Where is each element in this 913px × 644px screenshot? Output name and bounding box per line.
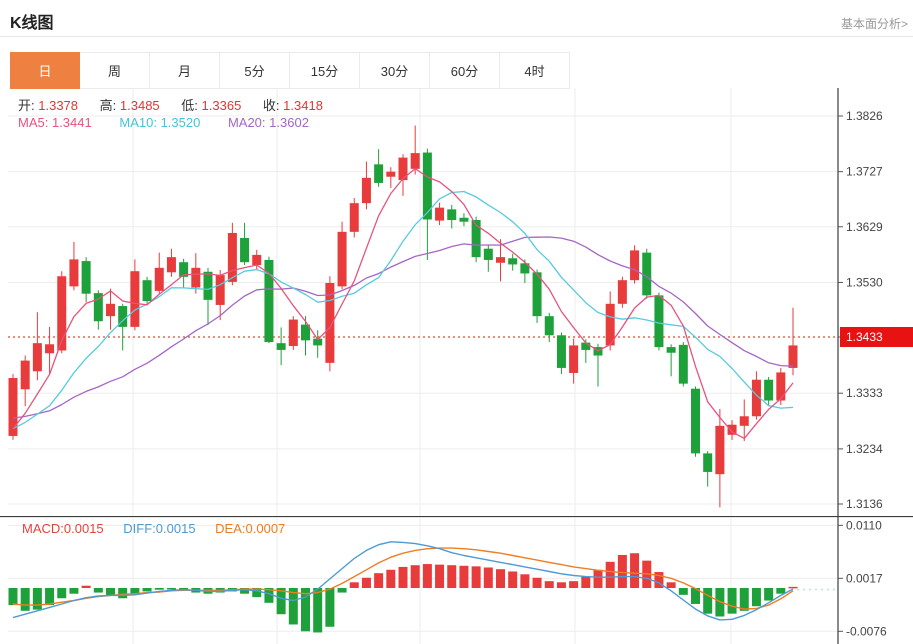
tab-15min[interactable]: 15分: [290, 52, 360, 89]
kline-widget: K线图 基本面分析> 日 周 月 5分 15分 30分 60分 4时 开: 1.…: [0, 0, 913, 644]
close-label: 收:: [263, 98, 280, 113]
ma5-label: MA5:: [18, 115, 48, 130]
page-title: K线图: [10, 9, 54, 33]
fundamental-analysis-link[interactable]: 基本面分析>: [841, 15, 908, 32]
interval-tabs: 日 周 月 5分 15分 30分 60分 4时: [10, 52, 570, 89]
ohlc-legend: 开: 1.3378 高: 1.3485 低: 1.3365 收: 1.3418: [18, 95, 341, 114]
low-value: 1.3365: [202, 98, 242, 113]
diff-value: 0.0015: [156, 521, 196, 536]
svg-text:1.3333: 1.3333: [846, 386, 883, 400]
svg-text:1.3530: 1.3530: [846, 275, 883, 289]
current-price-flag: 1.3433: [840, 327, 913, 347]
ma20-value: 1.3602: [269, 115, 309, 130]
macd-value: 0.0015: [64, 521, 104, 536]
svg-text:1.3727: 1.3727: [846, 165, 883, 179]
close-value: 1.3418: [283, 98, 323, 113]
tab-day[interactable]: 日: [10, 52, 80, 89]
tab-month[interactable]: 月: [150, 52, 220, 89]
tab-week[interactable]: 周: [80, 52, 150, 89]
svg-text:1.3433: 1.3433: [846, 330, 883, 344]
ma5-line: [13, 169, 793, 439]
tab-5min[interactable]: 5分: [220, 52, 290, 89]
tab-30min[interactable]: 30分: [360, 52, 430, 89]
ma-legend: MA5: 1.3441 MA10: 1.3520 MA20: 1.3602: [18, 115, 333, 130]
high-label: 高:: [100, 98, 117, 113]
svg-text:1.3136: 1.3136: [846, 497, 883, 511]
svg-text:-0.0076: -0.0076: [846, 624, 887, 638]
low-label: 低:: [181, 98, 198, 113]
macd-legend: MACD:0.0015 DIFF:0.0015 DEA:0.0007: [22, 521, 285, 536]
svg-text:1.3629: 1.3629: [846, 220, 883, 234]
svg-text:1.3826: 1.3826: [846, 109, 883, 123]
ma10-value: 1.3520: [161, 115, 201, 130]
ma10-label: MA10:: [119, 115, 157, 130]
price-axis-labels: 1.3826 1.3727 1.3629 1.3530 1.3333 1.3234 1.31…: [838, 109, 883, 511]
header: K线图 基本面分析>: [0, 0, 913, 37]
svg-text:0.0110: 0.0110: [846, 518, 882, 532]
tab-4hour[interactable]: 4时: [500, 52, 570, 89]
svg-text:1.3234: 1.3234: [846, 442, 883, 456]
dea-label: DEA:: [215, 521, 245, 536]
ma5-value: 1.3441: [52, 115, 92, 130]
dea-value: 0.0007: [246, 521, 286, 536]
macd-label: MACD:: [22, 521, 64, 536]
macd-histogram: [9, 553, 798, 632]
diff-label: DIFF:: [123, 521, 156, 536]
candlestick-chart[interactable]: 1.3826 1.3727 1.3629 1.3530 1.3333 1.3234 1.31…: [0, 88, 913, 516]
tab-60min[interactable]: 60分: [430, 52, 500, 89]
open-label: 开:: [18, 98, 35, 113]
ma20-line: [13, 237, 793, 418]
svg-text:0.0017: 0.0017: [846, 571, 883, 585]
high-value: 1.3485: [120, 98, 160, 113]
open-value: 1.3378: [38, 98, 78, 113]
macd-axis-labels: 0.0110 0.0017 -0.0076: [838, 518, 887, 638]
ma20-label: MA20:: [228, 115, 266, 130]
